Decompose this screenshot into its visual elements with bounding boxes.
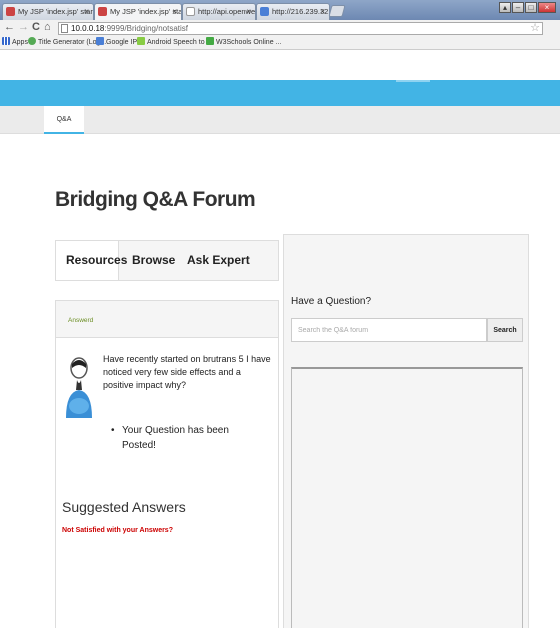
bookmark-label: Apps: [12, 39, 28, 46]
browser-tab-1[interactable]: My JSP 'index.jsp' starting ×: [2, 3, 94, 20]
posted-message-text: Your Question has been Posted!: [122, 425, 229, 451]
maximize-button[interactable]: □: [525, 2, 537, 13]
browser-tab-2[interactable]: My JSP 'index.jsp' starting ×: [94, 3, 182, 20]
close-window-button[interactable]: ×: [538, 2, 556, 13]
sub-navigation: Q&A: [0, 106, 560, 134]
suggested-answers-heading: Suggested Answers: [62, 499, 186, 515]
apps-grid-icon: [2, 37, 10, 45]
forward-arrow-icon[interactable]: →: [18, 21, 29, 33]
tab-browse[interactable]: Browse: [132, 241, 175, 280]
answered-label: Answerd: [68, 317, 94, 324]
browser-toolbar: ← → C ⌂ 10.0.0.18:9999/Bridging/notsatis…: [0, 20, 560, 36]
new-tab-button[interactable]: [328, 5, 346, 17]
close-tab-icon[interactable]: ×: [172, 4, 177, 19]
close-tab-icon[interactable]: ×: [246, 4, 251, 19]
bullet-icon: •: [111, 425, 115, 436]
avatar-icon: [66, 357, 92, 418]
browser-tab-3[interactable]: http://api.openweatherm ×: [182, 3, 256, 20]
tab-resources[interactable]: Resources: [56, 241, 127, 280]
back-arrow-icon[interactable]: ←: [4, 21, 15, 33]
not-satisfied-link[interactable]: Not Satisfied with your Answers?: [62, 527, 173, 534]
have-question-heading: Have a Question?: [291, 296, 372, 307]
jsp-favicon-icon: [98, 7, 107, 16]
tab-ask-expert[interactable]: Ask Expert: [187, 241, 250, 280]
page-title: Bridging Q&A Forum: [55, 188, 256, 211]
android-icon: [137, 37, 145, 45]
bookmark-star-icon[interactable]: ☆: [530, 23, 540, 34]
question-text: Have recently started on brutrans 5 I ha…: [103, 354, 271, 390]
reload-icon[interactable]: C: [32, 21, 40, 33]
section-tabs: Resources Browse Ask Expert: [55, 240, 279, 281]
leaf-icon: [28, 37, 36, 45]
close-tab-icon[interactable]: ×: [320, 4, 325, 19]
user-icon[interactable]: ▴: [499, 2, 511, 13]
browser-tabstrip: My JSP 'index.jsp' starting × My JSP 'in…: [0, 0, 560, 20]
search-input[interactable]: [291, 318, 487, 342]
page-icon: [61, 24, 68, 33]
w3schools-icon: [206, 37, 214, 45]
bookmark-apps[interactable]: Apps: [2, 36, 28, 49]
site-header-bar: [0, 80, 560, 106]
header-decoration: [396, 80, 430, 82]
answer-panel-header: Answerd: [56, 301, 278, 338]
url-host: 10.0.0.18: [71, 24, 105, 33]
search-button[interactable]: Search: [487, 318, 523, 342]
home-icon[interactable]: ⌂: [44, 21, 51, 33]
bookmark-title-generator[interactable]: Title Generator (Log...: [28, 36, 106, 49]
browser-tab-4[interactable]: http://216.239.32.20/ is n ×: [256, 3, 330, 20]
posted-message: • Your Question has been Posted!: [111, 423, 261, 453]
bookmark-android-speech[interactable]: Android Speech to ...: [137, 36, 212, 49]
google-icon: [96, 37, 104, 45]
bookmark-google-ip[interactable]: Google IP: [96, 36, 137, 49]
minimize-button[interactable]: –: [512, 2, 524, 13]
window-controls: ▴ – □ ×: [499, 2, 556, 13]
url-path: :9999/Bridging/notsatisf: [104, 24, 188, 33]
bookmark-label: Google IP: [106, 39, 138, 46]
bookmark-w3schools[interactable]: W3Schools Online ...: [206, 36, 281, 49]
close-tab-icon[interactable]: ×: [84, 4, 89, 19]
tab-qa[interactable]: Q&A: [44, 106, 84, 134]
page-favicon-icon: [186, 7, 195, 16]
search-results-box: [291, 367, 523, 628]
address-bar[interactable]: 10.0.0.18:9999/Bridging/notsatisf ☆: [58, 22, 543, 35]
ask-question-panel: Have a Question? Search: [283, 234, 529, 628]
google-favicon-icon: [260, 7, 269, 16]
browser-tab-title: My JSP 'index.jsp' starting: [110, 7, 182, 16]
bookmarks-bar: Apps Title Generator (Log... Google IP A…: [0, 36, 560, 50]
bookmark-label: W3Schools Online ...: [216, 39, 282, 46]
jsp-favicon-icon: [6, 7, 15, 16]
browser-tab-title: My JSP 'index.jsp' starting: [18, 7, 93, 16]
bookmark-label: Android Speech to ...: [147, 39, 213, 46]
answer-panel: Answerd Have recently started on brutran…: [55, 300, 279, 628]
